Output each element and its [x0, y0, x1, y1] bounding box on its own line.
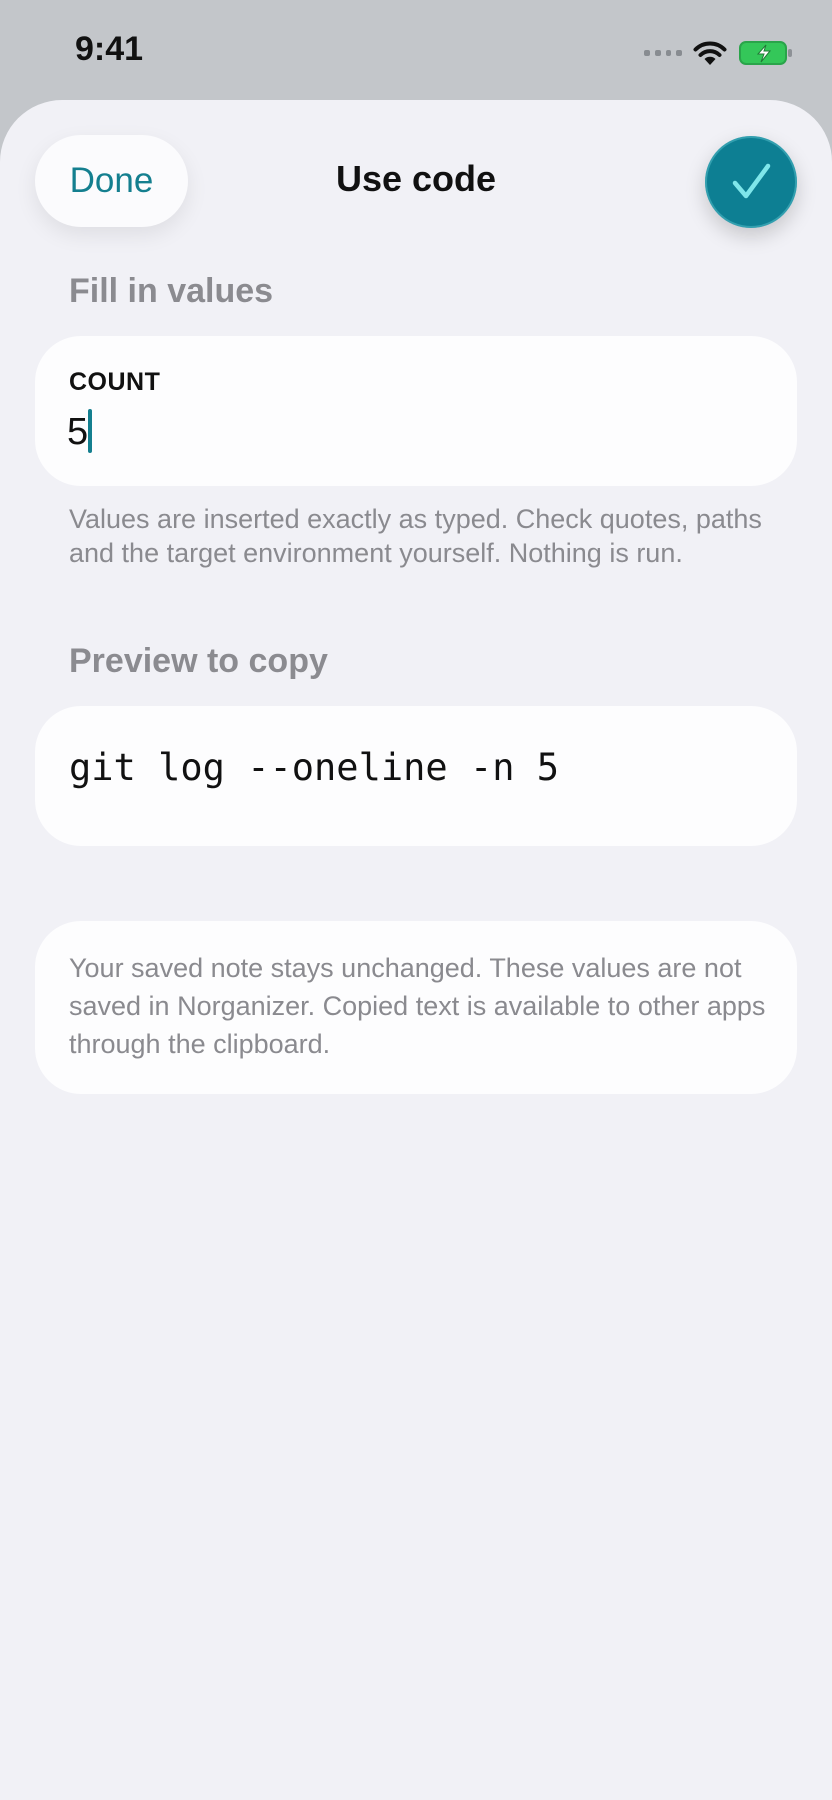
confirm-button[interactable] [705, 136, 797, 228]
privacy-note-card: Your saved note stays unchanged. These v… [35, 921, 797, 1094]
count-field-card[interactable]: COUNT [35, 336, 797, 486]
status-icons [644, 36, 794, 70]
modal-sheet: Done Use code Fill in values COUNT Value… [0, 100, 832, 1800]
text-cursor [88, 409, 92, 453]
battery-charging-icon [739, 41, 792, 65]
code-preview-card: git log --oneline -n 5 [35, 706, 797, 846]
nav-bar: Done Use code [0, 100, 832, 260]
fill-values-header: Fill in values [69, 272, 274, 310]
count-input[interactable] [67, 406, 747, 458]
preview-header: Preview to copy [69, 642, 328, 680]
status-bar: 9:41 [0, 0, 832, 100]
count-field-label: COUNT [69, 368, 161, 396]
fill-help-text: Values are inserted exactly as typed. Ch… [69, 504, 762, 568]
code-preview: git log --oneline -n 5 [69, 746, 560, 789]
checkmark-icon [732, 163, 771, 199]
privacy-note-text: Your saved note stays unchanged. These v… [69, 953, 766, 1059]
signal-icon [644, 47, 682, 59]
wifi-icon [693, 41, 727, 65]
status-time: 9:41 [75, 30, 144, 68]
